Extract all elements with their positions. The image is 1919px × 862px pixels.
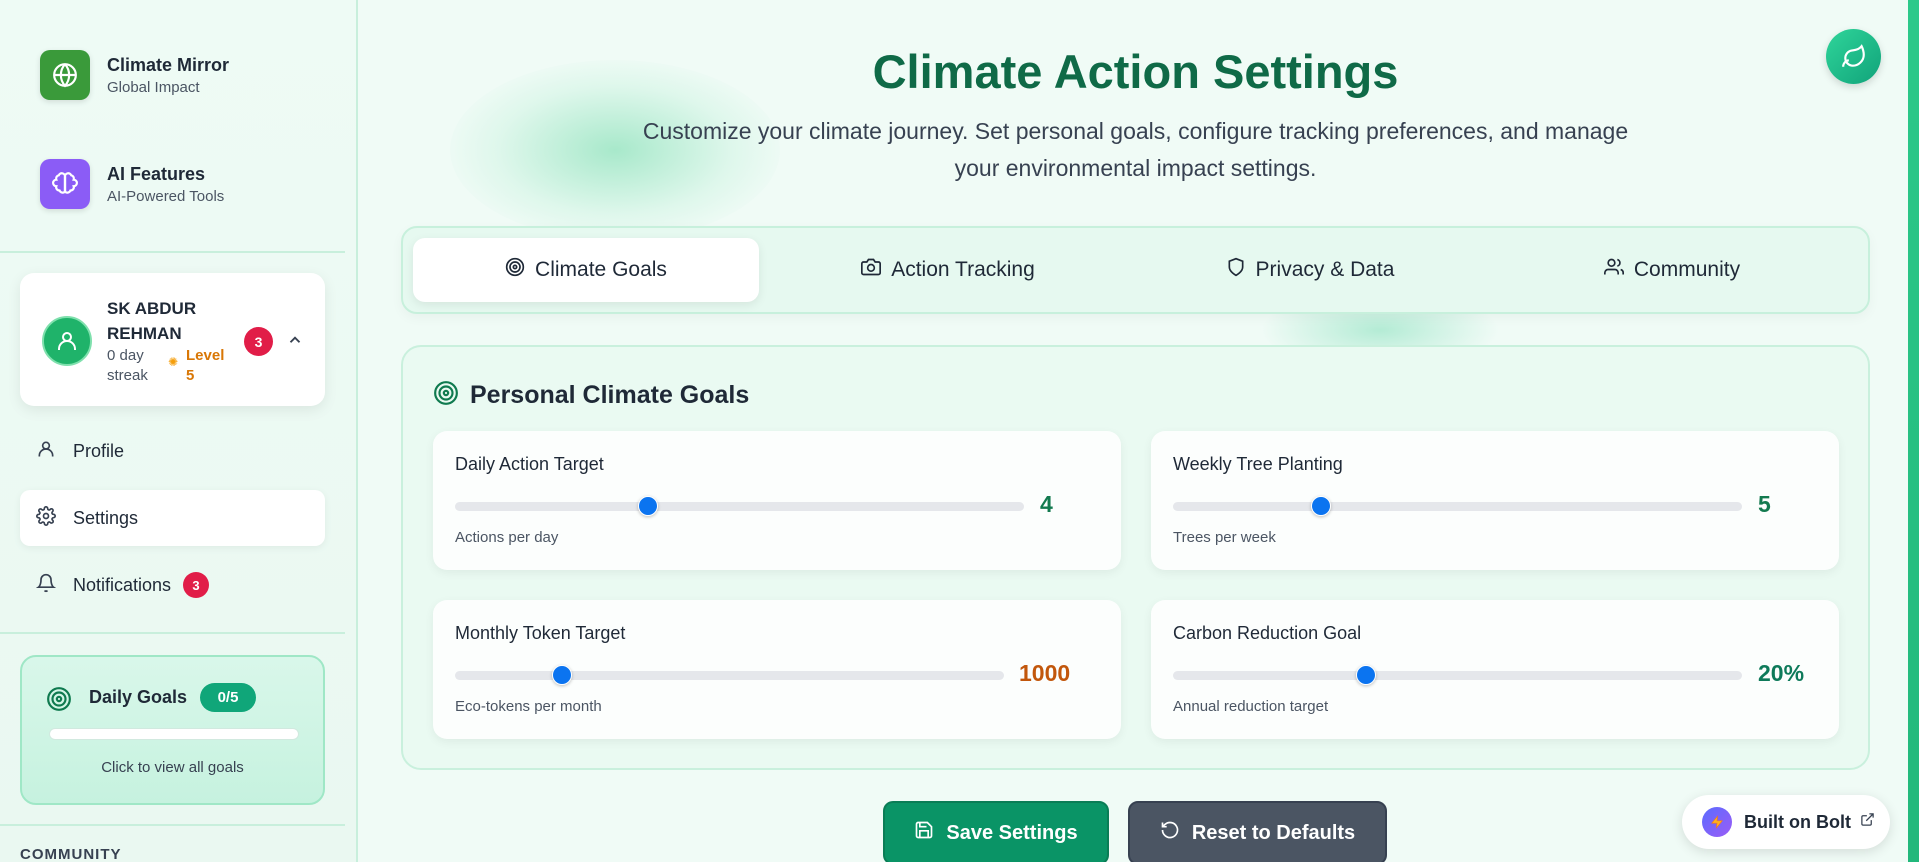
sidebar-divider	[0, 632, 345, 634]
daily-goals-count: 0/5	[200, 683, 256, 712]
panel-title: Personal Climate Goals	[470, 381, 750, 409]
sidebar-item-label: Notifications	[73, 574, 172, 595]
tab-action-tracking[interactable]: Action Tracking	[775, 238, 1121, 302]
goal-slider-thumb[interactable]	[1310, 496, 1331, 516]
sidebar-item-label: Profile	[73, 440, 125, 461]
daily-goals-title: Daily Goals	[89, 687, 188, 707]
chevron-up-icon[interactable]	[286, 331, 304, 354]
user-streak: 0 day streak	[107, 347, 148, 384]
daily-goals-hint: Click to view all goals	[101, 759, 244, 776]
save-icon	[914, 820, 934, 846]
external-link-icon	[1860, 812, 1875, 832]
users-icon	[1603, 257, 1624, 283]
target-icon	[433, 380, 459, 411]
tab-label: Climate Goals	[535, 258, 667, 281]
sidebar-item-label: Settings	[73, 507, 139, 528]
goal-value: 4	[1040, 491, 1053, 517]
tab-privacy-data[interactable]: Privacy & Data	[1137, 238, 1483, 302]
goal-value: 20%	[1758, 660, 1805, 686]
goal-card-tree-planting: Weekly Tree Planting 5 Trees per week	[1151, 431, 1839, 570]
target-icon	[46, 686, 72, 717]
sidebar-divider	[0, 251, 345, 253]
user-icon	[58, 332, 76, 350]
brand-climate-mirror[interactable]: Climate Mirror Global Impact	[40, 50, 229, 100]
main-content: Climate Action Settings Customize your c…	[360, 0, 1919, 862]
sparkle-icon: ✺	[168, 355, 179, 369]
bolt-badge-label: Built on Bolt	[1744, 811, 1851, 832]
page-title: Climate Action Settings	[872, 45, 1399, 98]
brain-icon	[40, 159, 90, 209]
brand-title: Climate Mirror	[107, 54, 230, 75]
leaf-icon	[1841, 43, 1865, 67]
community-section-label: COMMUNITY	[20, 846, 122, 862]
settings-tabs: Climate Goals Action Tracking Privacy & …	[401, 226, 1870, 314]
reset-button-label: Reset to Defaults	[1191, 821, 1356, 844]
brand-ai-features[interactable]: AI Features AI-Powered Tools	[40, 159, 224, 209]
sidebar-divider	[0, 824, 345, 826]
personal-goals-panel: Personal Climate Goals Daily Action Targ…	[401, 345, 1870, 770]
goal-description: Actions per day	[455, 529, 559, 546]
globe-icon	[40, 50, 90, 100]
built-on-bolt-badge[interactable]: Built on Bolt	[1682, 795, 1890, 849]
save-button[interactable]: Save Settings	[883, 801, 1109, 862]
sidebar-item-profile[interactable]: Profile	[20, 423, 325, 479]
brand-subtitle: Global Impact	[107, 78, 200, 96]
goal-slider-track[interactable]	[455, 502, 1024, 511]
notification-count-badge: 3	[244, 327, 273, 356]
brand-title: AI Features	[107, 163, 206, 184]
save-button-label: Save Settings	[946, 821, 1078, 844]
goal-slider-track[interactable]	[455, 671, 1004, 680]
user-level: Level 5	[186, 347, 225, 384]
gear-icon	[36, 505, 56, 531]
goal-slider-thumb[interactable]	[638, 496, 659, 516]
page-subtitle: Customize your climate journey. Set pers…	[642, 118, 1629, 181]
user-icon	[36, 439, 56, 464]
goal-label: Monthly Token Target	[455, 623, 626, 643]
camera-icon	[861, 257, 882, 283]
scrollbar-edge[interactable]	[1908, 0, 1919, 862]
goal-slider-thumb[interactable]	[552, 665, 573, 685]
goal-card-daily-action: Daily Action Target 4 Actions per day	[433, 431, 1121, 570]
goal-slider-track[interactable]	[1173, 671, 1742, 680]
tab-label: Action Tracking	[891, 258, 1035, 281]
goal-card-token-target: Monthly Token Target 1000 Eco-tokens per…	[433, 600, 1121, 739]
daily-goals-progress	[49, 728, 299, 740]
shield-icon	[1226, 257, 1246, 283]
goal-label: Carbon Reduction Goal	[1173, 623, 1362, 643]
goal-label: Weekly Tree Planting	[1173, 454, 1343, 474]
reset-button[interactable]: Reset to Defaults	[1128, 801, 1387, 862]
goal-card-carbon-reduction: Carbon Reduction Goal 20% Annual reducti…	[1151, 600, 1839, 739]
brand-subtitle: AI-Powered Tools	[107, 187, 225, 205]
user-name: SK ABDUR REHMAN	[107, 299, 197, 343]
sidebar-item-notifications[interactable]: Notifications 3	[20, 557, 325, 613]
goal-value: 1000	[1019, 660, 1071, 686]
bell-icon	[35, 573, 57, 598]
sidebar-item-settings[interactable]: Settings	[20, 490, 325, 546]
tab-label: Privacy & Data	[1255, 258, 1395, 281]
goal-value: 5	[1758, 491, 1771, 517]
goal-description: Annual reduction target	[1173, 698, 1329, 715]
tab-label: Community	[1633, 258, 1741, 281]
goal-slider-thumb[interactable]	[1356, 665, 1377, 685]
avatar	[42, 316, 92, 366]
goal-description: Eco-tokens per month	[455, 698, 602, 715]
reset-icon	[1160, 820, 1180, 846]
panel-heading: Personal Climate Goals	[433, 380, 749, 411]
goal-slider-track[interactable]	[1173, 502, 1742, 511]
notifications-badge: 3	[183, 572, 210, 598]
daily-goals-card[interactable]: Daily Goals 0/5 Click to view all goals	[20, 655, 325, 805]
user-card[interactable]: SK ABDUR REHMAN 0 day streak ✺ Level 5 3	[20, 273, 325, 406]
goal-label: Daily Action Target	[455, 454, 604, 474]
leaf-button[interactable]	[1826, 29, 1881, 84]
target-icon	[505, 257, 525, 283]
tab-community[interactable]: Community	[1499, 238, 1845, 302]
goal-description: Trees per week	[1173, 529, 1276, 546]
tab-climate-goals[interactable]: Climate Goals	[413, 238, 759, 302]
bolt-icon	[1702, 807, 1732, 837]
sidebar: Climate Mirror Global Impact AI Features…	[0, 0, 358, 862]
